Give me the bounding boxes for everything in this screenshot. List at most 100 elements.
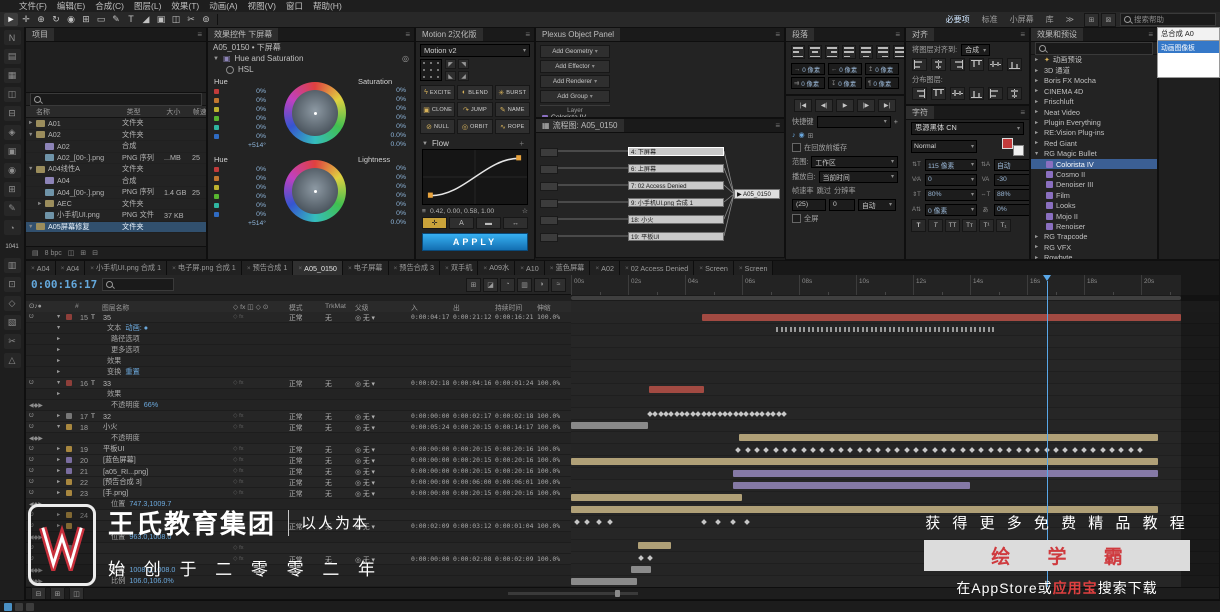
tsume-field[interactable]: 0%▾ bbox=[994, 203, 1029, 216]
layer-bar[interactable] bbox=[733, 470, 1159, 477]
project-row[interactable]: ► A01 文件夹 bbox=[26, 118, 206, 130]
hand-tool[interactable]: ✛ bbox=[19, 13, 33, 26]
motion-blur-icon[interactable]: ◑ bbox=[534, 277, 549, 292]
node-input-5[interactable] bbox=[540, 216, 558, 225]
align-icon-2[interactable] bbox=[931, 58, 946, 71]
keyframe-icon[interactable] bbox=[744, 446, 751, 453]
paragraph-align-icon-7[interactable] bbox=[893, 45, 904, 59]
align-icon-5[interactable] bbox=[988, 58, 1003, 71]
fill-stroke-swatches[interactable] bbox=[1002, 137, 1024, 156]
add-shortcut-icon[interactable]: + bbox=[894, 117, 898, 126]
paragraph-align-icon-1[interactable] bbox=[791, 45, 805, 59]
keyframe-icon[interactable] bbox=[763, 446, 770, 453]
layer-row[interactable]: ʘ ► 20 [蓝色屏幕] ◇ fx 正常无 ◎ 无 ▾ 0:00:00:00 0:00:20:… bbox=[26, 455, 571, 466]
rotation-tool[interactable]: ↻ bbox=[49, 13, 63, 26]
transport-button-1[interactable]: |◀ bbox=[794, 99, 812, 112]
col-type[interactable]: 类型 bbox=[127, 107, 167, 117]
parent-select[interactable]: ◎ 无 ▾ bbox=[355, 444, 411, 454]
timeline-tab[interactable]: × A04 bbox=[55, 261, 86, 275]
fx-group[interactable]: ► RE:Vision Plug-ins bbox=[1031, 128, 1157, 138]
tab-flowchart[interactable]: ▦ 流程图: A05_0150 bbox=[536, 119, 624, 132]
flowchart-output-node[interactable]: ▶ A05_0150 bbox=[734, 189, 780, 199]
layer-bar[interactable] bbox=[638, 542, 671, 549]
motion-rope-button[interactable]: ∿ ROPE bbox=[494, 119, 530, 134]
timeline-track[interactable] bbox=[571, 432, 1219, 444]
twirl-icon[interactable]: ▼ bbox=[1034, 151, 1041, 157]
tab-effects-presets[interactable]: 效果和预设 bbox=[1031, 28, 1083, 41]
dock-icon-panel8[interactable]: ⊞ bbox=[3, 182, 21, 197]
col-name[interactable]: 名称 bbox=[26, 107, 127, 117]
close-icon[interactable]: × bbox=[550, 265, 554, 272]
timeline-track[interactable] bbox=[571, 324, 1219, 336]
twirl-icon[interactable]: ► bbox=[56, 479, 66, 485]
close-icon[interactable]: × bbox=[298, 265, 302, 272]
workspace-3[interactable]: 小屏幕 bbox=[1004, 14, 1040, 25]
horizontal-scale-field[interactable]: 88%▾ bbox=[994, 188, 1029, 201]
col-size[interactable]: 大小 bbox=[166, 107, 192, 117]
twirl-icon[interactable]: ► bbox=[56, 347, 66, 353]
current-time-display[interactable]: 0:00:16:17 bbox=[31, 278, 97, 291]
dock-icon-panel1[interactable]: ▤ bbox=[3, 49, 21, 64]
fxp-search-input[interactable] bbox=[1035, 41, 1153, 55]
col-trkmat[interactable]: TrkMat bbox=[325, 303, 355, 310]
timeline-tab[interactable]: × 双手机 bbox=[440, 261, 479, 275]
panel-menu-icon[interactable]: ≡ bbox=[1016, 108, 1029, 117]
property-value[interactable]: 重置 bbox=[125, 367, 139, 376]
motion-jump-button[interactable]: ↷ JUMP bbox=[457, 102, 493, 117]
flow-pick-button[interactable]: ✛ bbox=[422, 217, 447, 229]
layer-bar[interactable] bbox=[571, 422, 648, 429]
flow-add-icon[interactable]: + bbox=[515, 139, 528, 148]
anchor-grid[interactable] bbox=[420, 59, 442, 81]
draft-3d-icon[interactable]: ◪ bbox=[483, 277, 498, 292]
fx-item[interactable]: Colorista IV bbox=[1031, 158, 1157, 170]
indent-left-field[interactable]: → 0 像素 bbox=[791, 63, 825, 75]
timeline-tab[interactable]: × 02 Access Denied bbox=[619, 261, 695, 275]
expand-layer-switches-icon[interactable]: ⊟ bbox=[31, 586, 46, 599]
node-input-1[interactable] bbox=[540, 148, 558, 157]
camera-tool[interactable]: ◉ bbox=[64, 13, 78, 26]
parent-select[interactable]: ◎ 无 ▾ bbox=[355, 477, 411, 487]
close-icon[interactable]: × bbox=[520, 265, 524, 272]
keyframe-icon[interactable] bbox=[903, 446, 910, 453]
twirl-icon[interactable]: ► bbox=[1034, 130, 1041, 136]
layer-color-chip[interactable] bbox=[66, 468, 75, 474]
node-input-6[interactable] bbox=[540, 233, 558, 242]
dock-label-1041[interactable]: 1041 bbox=[4, 239, 21, 254]
fx-group[interactable]: ► RG VFX bbox=[1031, 242, 1157, 252]
menu-item-3[interactable]: 合成(C) bbox=[90, 0, 129, 12]
timeline-track[interactable] bbox=[571, 408, 1219, 420]
transport-button-2[interactable]: ◀| bbox=[815, 99, 833, 112]
keyframe-icon[interactable] bbox=[647, 554, 653, 561]
close-icon[interactable]: × bbox=[172, 265, 176, 272]
trkmat-select[interactable]: 无 bbox=[325, 312, 355, 322]
shortcut-select[interactable]: ▾ bbox=[816, 115, 891, 128]
mode-select[interactable]: 正常 bbox=[289, 455, 325, 465]
dock-icon-panel6[interactable]: ▣ bbox=[3, 144, 21, 159]
layer-row[interactable]: ► 变换 重置 bbox=[26, 367, 571, 378]
flow-values[interactable]: 0.42, 0.00, 0.58, 1.00 bbox=[430, 208, 494, 215]
twirl-icon[interactable]: ► bbox=[1034, 88, 1041, 94]
workspace-4[interactable]: 库 bbox=[1040, 14, 1060, 25]
all-caps-icon[interactable]: TT bbox=[945, 219, 960, 232]
parent-select[interactable]: ◎ 无 ▾ bbox=[355, 488, 411, 498]
keyframe-icon[interactable] bbox=[1071, 446, 1078, 453]
layer-row[interactable]: ► 路径选项 bbox=[26, 334, 571, 345]
keyframe-icon[interactable] bbox=[1053, 446, 1059, 453]
motion-version-select[interactable]: Motion v2 ▾ bbox=[420, 44, 530, 57]
eraser-tool[interactable]: ◫ bbox=[169, 13, 183, 26]
subscript-icon[interactable]: T₁ bbox=[996, 219, 1011, 232]
fx-group[interactable]: ► Red Giant bbox=[1031, 138, 1157, 148]
zoom-tool[interactable]: ⊕ bbox=[34, 13, 48, 26]
trkmat-select[interactable]: 无 bbox=[325, 378, 355, 388]
project-color-depth[interactable]: 8 bpc bbox=[45, 250, 62, 257]
timeline-track[interactable] bbox=[571, 480, 1219, 492]
keyframe-icon[interactable] bbox=[584, 518, 591, 525]
space-before-field[interactable]: ↥ 0 像素 bbox=[865, 63, 899, 75]
workspace-1[interactable]: 必要项 bbox=[940, 14, 976, 25]
paragraph-align-icon-4[interactable] bbox=[842, 45, 856, 59]
keyframe-icon[interactable] bbox=[638, 554, 645, 561]
flow-bar-button[interactable]: ▬ bbox=[476, 217, 501, 229]
video-include-icon[interactable]: ◉ bbox=[799, 131, 805, 139]
workspace-2[interactable]: 标准 bbox=[976, 14, 1004, 25]
timeline-tab[interactable]: × 电子屏.png 合成 1 bbox=[167, 261, 242, 275]
